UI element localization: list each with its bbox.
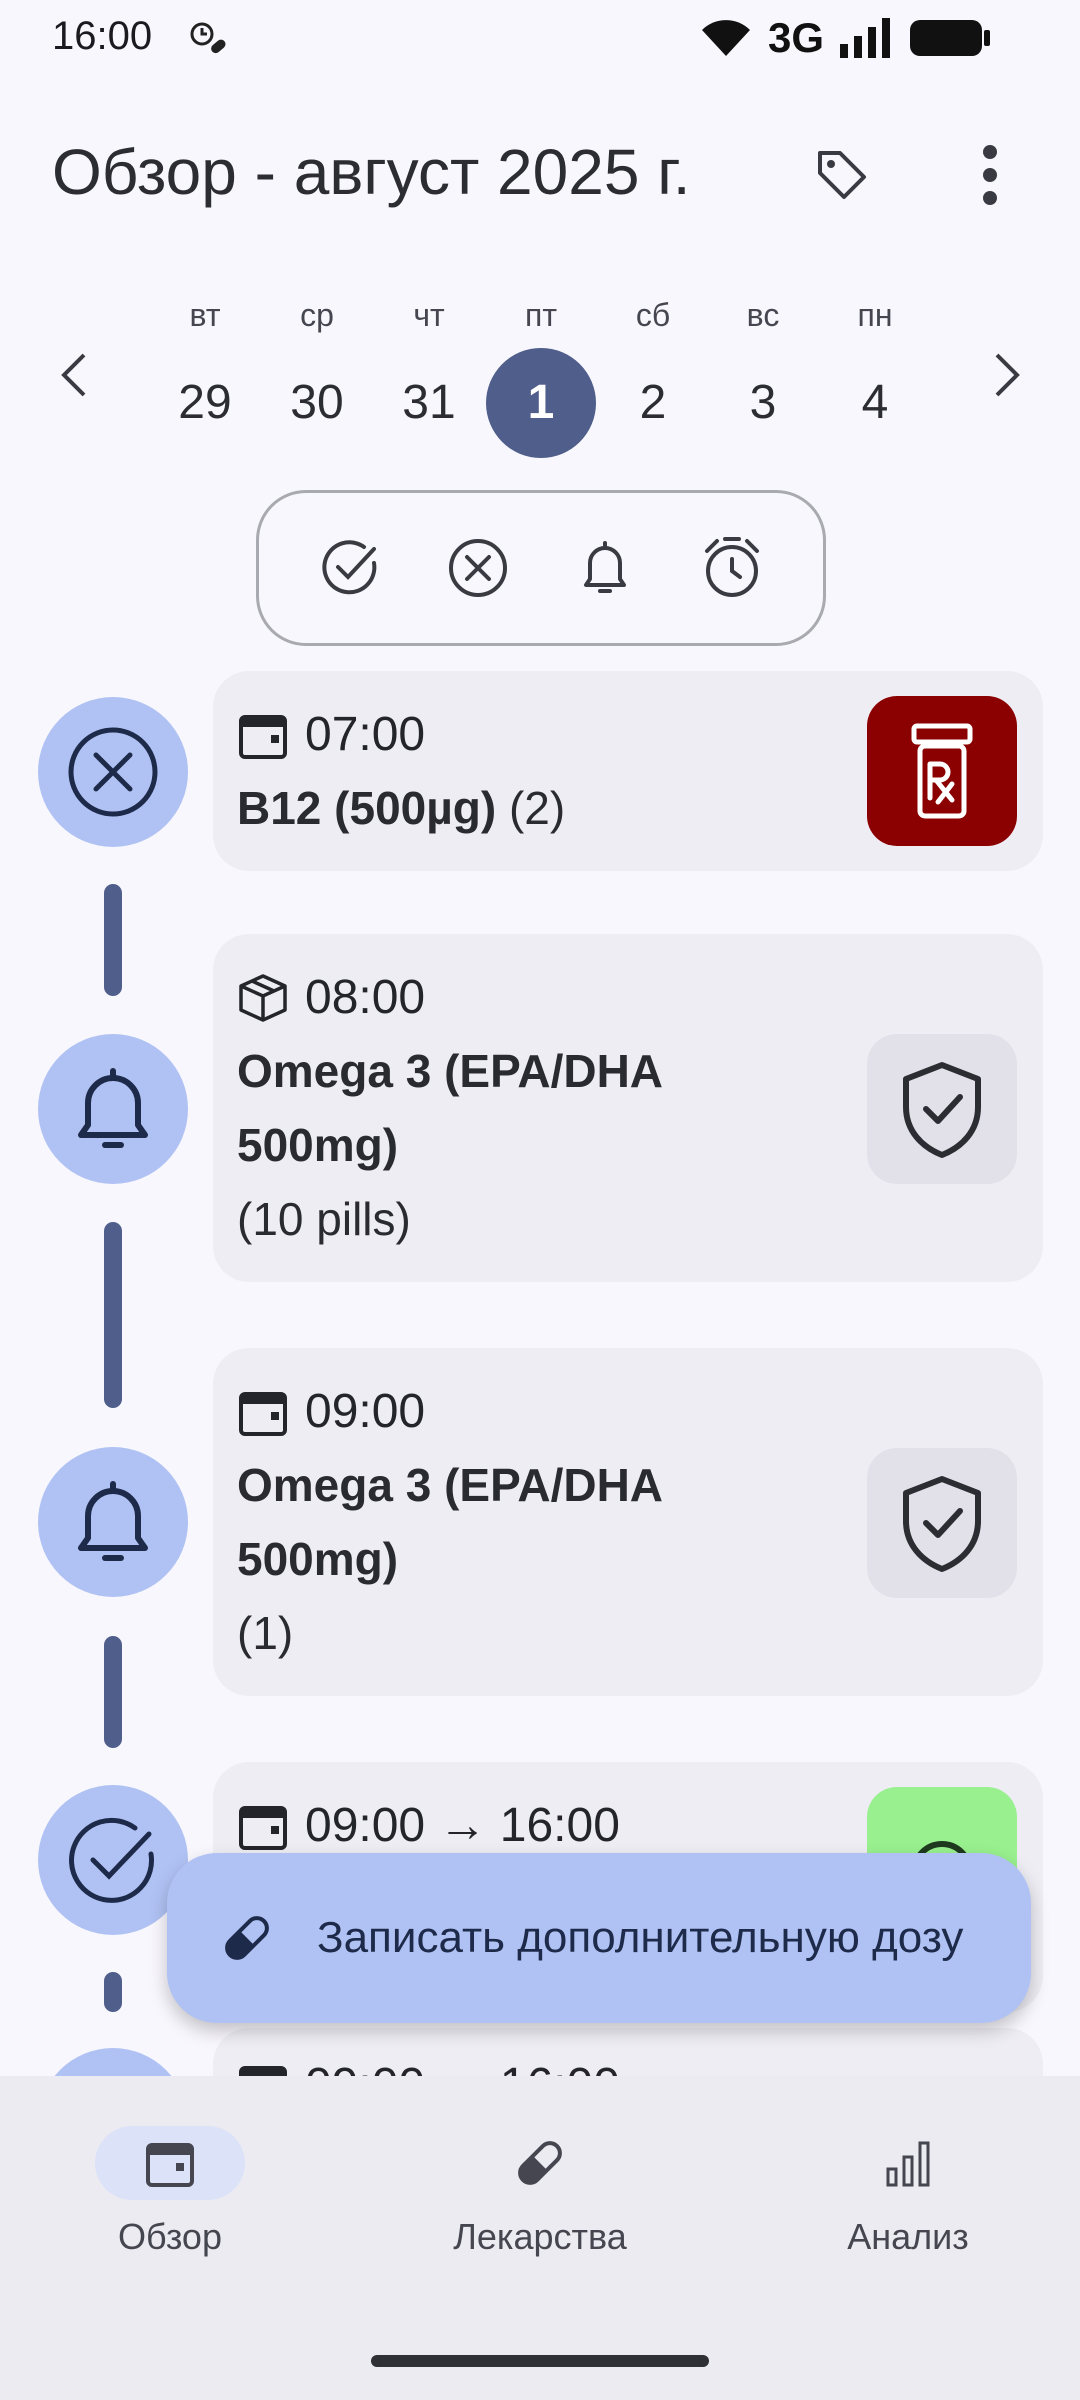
pill-icon (518, 2141, 562, 2185)
battery-icon (910, 20, 990, 56)
medication-name: B12 (500µg) (237, 782, 497, 834)
tag-icon[interactable] (812, 145, 872, 205)
medication-name-line1: Omega 3 (EPA/DHA (237, 1459, 664, 1511)
page-title: Обзор - август 2025 г. (52, 136, 691, 208)
day-4[interactable]: пн 4 (820, 290, 930, 458)
dose-quantity: (10 pills) (237, 1193, 411, 1245)
confirm-dose-button[interactable] (867, 1448, 1017, 1598)
dose-quantity: (1) (237, 1607, 294, 1659)
nav-label: Обзор (118, 2216, 222, 2257)
nav-label: Лекарства (453, 2216, 627, 2257)
calendar-icon (239, 1805, 287, 1850)
medication-name-line2: 500mg) (237, 1119, 399, 1171)
medication-name-line1: Omega 3 (EPA/DHA (237, 1045, 664, 1097)
more-menu-icon[interactable] (965, 140, 1015, 210)
timeline-connector (104, 1972, 122, 2012)
status-filter-bar (256, 490, 826, 646)
dose-card[interactable]: 07:00 B12 (500µg) (2) (213, 671, 1043, 871)
calendar-icon (239, 1391, 287, 1436)
day-1-selected[interactable]: пт 1 (486, 290, 596, 458)
bottom-navigation: Обзор Лекарства Анализ (0, 2076, 1080, 2400)
dose-time: 09:00 (305, 1385, 426, 1438)
status-bar: 16:00 3G (0, 0, 1080, 72)
day-2[interactable]: сб 2 (598, 290, 708, 458)
signal-icon (840, 18, 890, 58)
pill-icon (225, 1916, 269, 1960)
shield-check-icon (903, 1062, 981, 1158)
timeline-status-pending (38, 1447, 188, 1597)
nav-overview[interactable]: Обзор (20, 2126, 320, 2258)
day-31[interactable]: чт 31 (374, 290, 484, 458)
shield-check-icon (903, 1476, 981, 1572)
nav-analysis[interactable]: Анализ (758, 2126, 1058, 2258)
chevron-right-icon[interactable] (975, 345, 1035, 405)
dose-card[interactable]: 08:00 Omega 3 (EPA/DHA 500mg) (10 pills) (213, 934, 1043, 1282)
alarm-pill-icon (190, 22, 226, 54)
home-indicator[interactable] (371, 2355, 709, 2367)
dose-time: 07:00 (305, 708, 426, 761)
timeline-connector (104, 1222, 122, 1408)
status-time: 16:00 (52, 14, 153, 58)
status-icons: 3G (698, 14, 992, 62)
network-type: 3G (767, 14, 824, 61)
rx-bottle-button[interactable] (867, 696, 1017, 846)
chevron-left-icon[interactable] (46, 345, 106, 405)
nav-label: Анализ (847, 2216, 969, 2257)
dose-card[interactable]: 09:00 Omega 3 (EPA/DHA 500mg) (1) (213, 1348, 1043, 1696)
confirm-dose-button[interactable] (867, 1034, 1017, 1184)
day-3[interactable]: вс 3 (708, 290, 818, 458)
bell-icon[interactable] (570, 533, 640, 603)
week-strip: вт 29 ср 30 чт 31 пт 1 сб 2 вс 3 пн 4 (0, 290, 1080, 460)
wifi-icon (701, 20, 750, 56)
day-29[interactable]: вт 29 (150, 290, 260, 458)
timeline-status-skipped (38, 697, 188, 847)
bell-icon (78, 1068, 148, 1148)
alarm-clock-icon[interactable] (697, 533, 767, 603)
timeline-status-taken (38, 1785, 188, 1935)
dose-quantity: (2) (508, 782, 566, 834)
medication-name-line2: 500mg) (237, 1533, 399, 1585)
x-circle-icon (68, 727, 158, 817)
check-circle-icon[interactable] (316, 533, 386, 603)
record-extra-dose-button[interactable]: Записать дополнительную дозу (167, 1853, 1031, 2023)
rx-bottle-icon (911, 723, 973, 819)
check-circle-icon (69, 1817, 154, 1903)
timeline-connector (104, 1636, 122, 1748)
day-30[interactable]: ср 30 (262, 290, 372, 458)
bell-icon (78, 1481, 148, 1561)
box-icon (239, 973, 287, 1022)
dose-time: 08:00 (305, 971, 426, 1024)
x-circle-icon[interactable] (443, 533, 513, 603)
dose-time: 09:00 → 16:00 (305, 1799, 620, 1852)
nav-medications[interactable]: Лекарства (390, 2126, 690, 2258)
bar-chart-icon (886, 2141, 930, 2187)
calendar-icon (239, 714, 287, 759)
calendar-icon (146, 2143, 194, 2187)
timeline-status-pending (38, 1034, 188, 1184)
timeline-connector (104, 884, 122, 996)
fab-label: Записать дополнительную дозу (317, 1913, 964, 1962)
